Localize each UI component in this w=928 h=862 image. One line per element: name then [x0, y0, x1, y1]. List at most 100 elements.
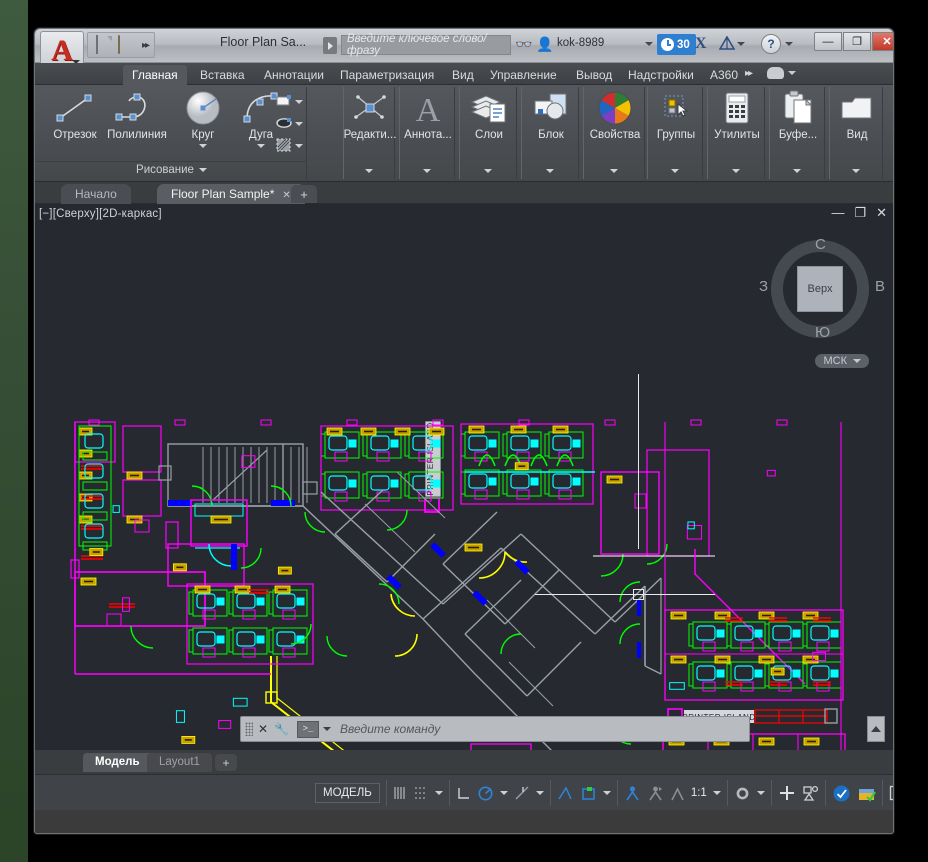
window-close-button[interactable]: ✕	[872, 32, 894, 51]
panel-expand-caret-icon[interactable]	[365, 169, 373, 173]
ribbon-tab-3[interactable]: Аннотации	[255, 65, 333, 85]
window-minimize-button[interactable]: —	[814, 32, 842, 51]
layout-tab-2[interactable]: Layout1	[147, 753, 212, 772]
ribbon-panel-expand[interactable]	[708, 166, 764, 173]
command-line-close-icon[interactable]: ✕	[258, 722, 268, 736]
layout-tab-1[interactable]: Модель	[83, 753, 152, 772]
ribbon-overflow-icon[interactable]: ▸▸	[745, 68, 751, 79]
isolate-objects-icon[interactable]	[802, 785, 819, 802]
viewcube-top-face[interactable]: Верх	[797, 266, 843, 312]
panel-expand-caret-icon[interactable]	[484, 169, 492, 173]
add-toolbar-icon[interactable]	[778, 784, 796, 802]
ribbon-tab-2[interactable]: Вставка	[191, 65, 254, 85]
ellipse-icon[interactable]	[273, 113, 295, 133]
search-expand-arrow-icon[interactable]	[323, 37, 337, 54]
panel-expand-caret-icon[interactable]	[610, 169, 618, 173]
viewcube-east-label[interactable]: В	[875, 278, 885, 295]
ribbon-panel-expand[interactable]	[344, 166, 394, 173]
share-design-icon[interactable]	[719, 36, 735, 55]
polar-tracking-icon[interactable]	[477, 785, 494, 802]
drawing-canvas[interactable]: PRINTER ISLANDPRINTER ISLAND [−][Сверху]…	[35, 204, 893, 750]
new-layout-button[interactable]: +	[215, 754, 237, 771]
ribbon-button-dropdown-caret-icon[interactable]	[257, 144, 265, 148]
annotation-scale-icon[interactable]	[670, 785, 685, 801]
account-name-label[interactable]: kok-8989	[557, 37, 604, 49]
ribbon-button-layers[interactable]: Слои	[455, 87, 523, 155]
viewcube[interactable]: Верх С Ю З В	[771, 240, 869, 338]
ribbon-button-clipboard[interactable]: Буфе...	[764, 87, 832, 155]
ribbon-button-annotation[interactable]: AАннота...	[394, 87, 462, 155]
panel-expand-caret-icon[interactable]	[671, 169, 679, 173]
dynamic-ucs-caret-icon[interactable]	[603, 791, 611, 795]
share-dropdown-caret-icon[interactable]	[737, 42, 745, 46]
ribbon-panel-expand[interactable]	[460, 166, 516, 173]
user-avatar-icon[interactable]: 👤	[536, 36, 553, 53]
document-tab-2[interactable]: Floor Plan Sample*✕	[157, 184, 305, 204]
account-dropdown-caret-icon[interactable]	[645, 42, 653, 46]
document-tab-1[interactable]: Начало	[61, 184, 131, 204]
qat-overflow-icon[interactable]: ▸▸	[142, 40, 148, 51]
ribbon-panel-expand[interactable]	[830, 166, 882, 173]
ribbon-panel-expand[interactable]	[522, 166, 578, 173]
cloud-icon[interactable]	[767, 67, 784, 79]
viewport-restore-icon[interactable]: ❐	[854, 208, 866, 218]
ribbon-button-polyline[interactable]: Полилиния	[103, 87, 171, 155]
panel-expand-caret-icon[interactable]	[852, 169, 860, 173]
command-history-caret-icon[interactable]	[323, 727, 331, 731]
model-space-button[interactable]: МОДЕЛЬ	[315, 783, 380, 803]
ribbon-panel-title[interactable]: Рисование	[37, 161, 306, 177]
ribbon-tab-5[interactable]: Вид	[443, 65, 483, 85]
ribbon-panel-expand[interactable]	[770, 166, 824, 173]
viewcube-north-label[interactable]: С	[815, 236, 826, 253]
ribbon-button-line[interactable]: Отрезок	[41, 87, 109, 155]
scale-dropdown-caret-icon[interactable]	[713, 791, 721, 795]
ribbon-button-properties-wheel[interactable]: Свойства	[581, 87, 649, 155]
isolate-preview-icon[interactable]	[857, 785, 876, 802]
ribbon-tab-9[interactable]: A360	[701, 65, 747, 85]
panel-expand-caret-icon[interactable]	[199, 168, 207, 172]
snap-grid-icon[interactable]	[393, 785, 408, 801]
autodesk-exchange-icon[interactable]: X	[695, 35, 707, 53]
rectangle-dropdown-caret-icon[interactable]	[295, 100, 303, 104]
ribbon-button-block[interactable]: Блок	[517, 87, 585, 155]
new-document-icon[interactable]	[94, 36, 112, 54]
binoculars-icon[interactable]: 👓	[515, 36, 532, 53]
command-line[interactable]: ✕ 🔧 >_ Введите команду	[240, 716, 750, 742]
canvas-scroll-up-button[interactable]	[867, 716, 885, 742]
ellipse-dropdown-caret-icon[interactable]	[295, 122, 303, 126]
ribbon-button-utilities-calculator[interactable]: Утилиты	[703, 87, 771, 155]
object-snap-icon[interactable]	[514, 785, 530, 801]
command-line-drag-grip[interactable]	[245, 722, 253, 736]
ribbon-tab-7[interactable]: Вывод	[567, 65, 621, 85]
hatch-icon[interactable]	[273, 135, 295, 155]
ortho-icon[interactable]	[456, 786, 471, 801]
rectangle-icon[interactable]	[273, 91, 295, 111]
annotation-visibility-icon[interactable]	[624, 785, 641, 801]
hatch-dropdown-caret-icon[interactable]	[295, 144, 303, 148]
ribbon-panel-expand[interactable]	[584, 166, 644, 173]
workspace-caret-icon[interactable]	[757, 791, 765, 795]
search-input[interactable]: Введите ключевое слово/фразу	[341, 35, 511, 55]
viewcube-west-label[interactable]: З	[759, 278, 768, 295]
document-tab-close-icon[interactable]: ✕	[282, 190, 290, 201]
panel-expand-caret-icon[interactable]	[793, 169, 801, 173]
panel-expand-caret-icon[interactable]	[732, 169, 740, 173]
open-folder-icon[interactable]	[118, 36, 136, 54]
cloud-dropdown-caret-icon[interactable]	[788, 71, 796, 75]
trial-days-badge[interactable]: 30	[657, 34, 696, 55]
viewport-close-icon[interactable]: ✕	[876, 208, 887, 218]
ribbon-button-view[interactable]: Вид	[823, 87, 891, 155]
ribbon-button-groups[interactable]: Группы	[642, 87, 710, 155]
ucs-selector[interactable]: МСК	[815, 354, 869, 368]
viewport-config-label[interactable]: [−][Сверху][2D-каркас]	[39, 208, 162, 220]
annotation-autoscale-icon[interactable]	[647, 785, 664, 801]
panel-expand-caret-icon[interactable]	[423, 169, 431, 173]
workspace-gear-icon[interactable]	[734, 785, 751, 802]
help-dropdown-caret-icon[interactable]	[785, 42, 793, 46]
dynamic-ucs-icon[interactable]	[580, 786, 597, 801]
clean-screen-icon[interactable]	[889, 785, 894, 801]
viewport-minimize-icon[interactable]: —	[831, 208, 844, 218]
hardware-acceleration-icon[interactable]	[832, 784, 851, 803]
viewcube-south-label[interactable]: Ю	[815, 324, 830, 341]
help-icon[interactable]: ?	[761, 34, 781, 54]
